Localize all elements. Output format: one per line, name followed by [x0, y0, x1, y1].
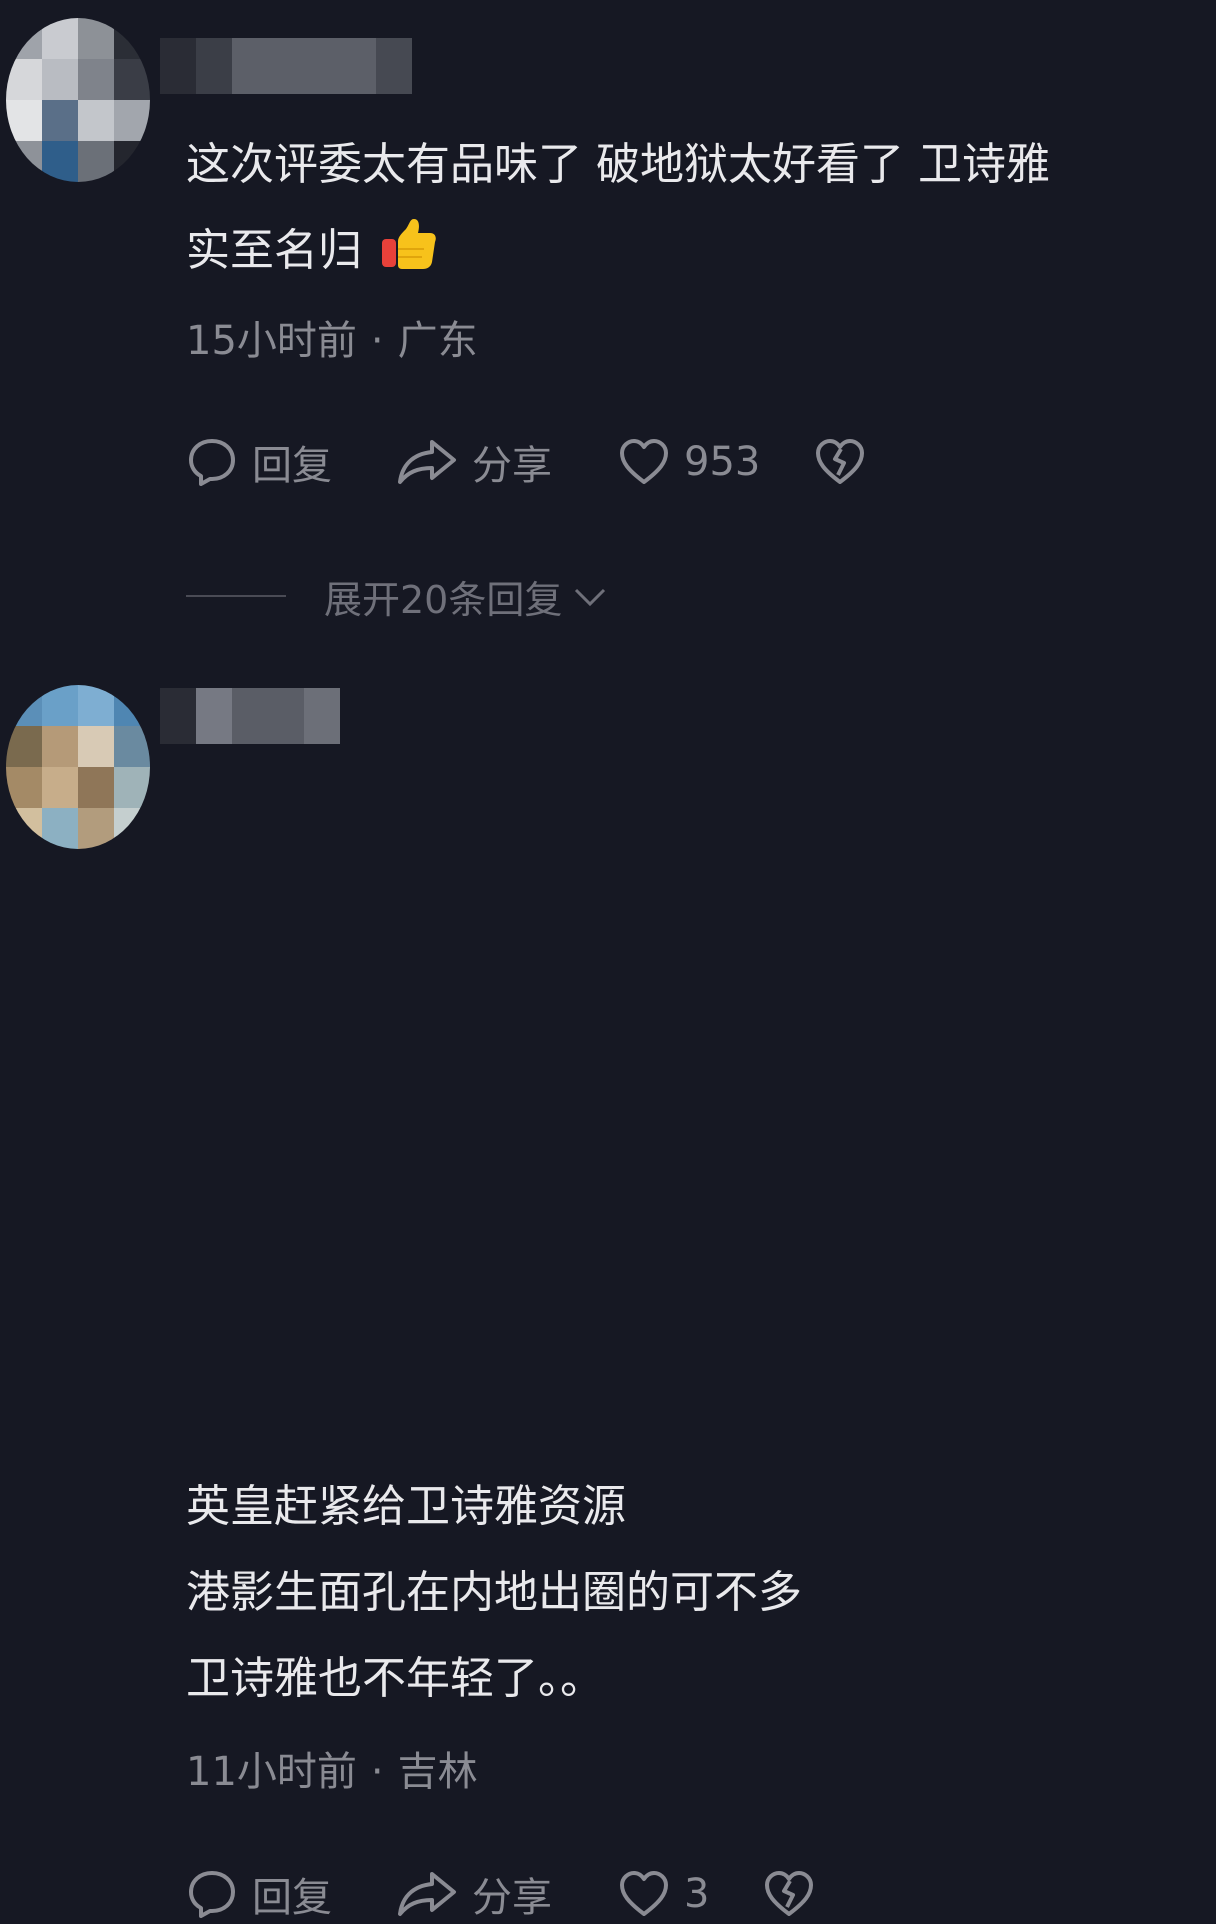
- chat-bubble-icon: [186, 1868, 238, 1920]
- comment-time: 15小时前: [186, 318, 357, 364]
- like-button[interactable]: 3: [618, 1869, 709, 1919]
- comment-time: 11小时前: [186, 1749, 357, 1795]
- comment-meta: 15小时前 · 广东: [186, 316, 478, 366]
- reply-label: 回复: [252, 1875, 332, 1921]
- thumbs-up-emoji-icon: [380, 215, 438, 302]
- heart-icon: [618, 437, 670, 487]
- expand-replies-button[interactable]: 展开20条回复: [186, 568, 608, 624]
- reply-label: 回复: [252, 443, 332, 489]
- share-button[interactable]: 分享: [396, 433, 618, 491]
- chevron-down-icon: [572, 574, 608, 618]
- expand-replies-label: 展开20条回复: [324, 577, 563, 622]
- avatar-mosaic: [6, 685, 150, 849]
- chat-bubble-icon: [186, 436, 238, 488]
- comment-location: 广东: [397, 318, 478, 364]
- comment-text-line: 这次评委太有品味了 破地狱太好看了 卫诗雅: [186, 139, 1050, 190]
- share-arrow-icon: [396, 436, 458, 488]
- comment-text: 这次评委太有品味了 破地狱太好看了 卫诗雅 实至名归: [186, 122, 1206, 302]
- avatar[interactable]: [6, 18, 150, 182]
- dislike-button[interactable]: [763, 1869, 815, 1919]
- share-arrow-icon: [396, 1868, 458, 1920]
- username-redacted[interactable]: [160, 38, 412, 94]
- share-button[interactable]: 分享: [396, 1865, 618, 1923]
- comment-text-line-content: 实至名归: [186, 225, 362, 276]
- comment-location: 吉林: [397, 1749, 478, 1795]
- meta-separator: ·: [370, 318, 384, 364]
- heart-icon: [618, 1869, 670, 1919]
- broken-heart-icon: [814, 437, 866, 487]
- comment-actions: 回复 分享 3: [186, 1864, 815, 1924]
- username-redacted[interactable]: [160, 688, 340, 744]
- comment-text-line: 港影生面孔在内地出圈的可不多: [186, 1567, 802, 1618]
- comment-text-line: 英皇赶紧给卫诗雅资源: [186, 1481, 626, 1532]
- like-count: 3: [684, 1871, 710, 1917]
- like-button[interactable]: 953: [618, 437, 760, 487]
- divider-line: [186, 595, 286, 597]
- comment-meta: 11小时前 · 吉林: [186, 1747, 478, 1797]
- like-count: 953: [684, 439, 761, 485]
- dislike-button[interactable]: [814, 437, 866, 487]
- meta-separator: ·: [370, 1749, 384, 1795]
- avatar[interactable]: [6, 685, 150, 849]
- comment-text-line: 实至名归: [186, 208, 1206, 302]
- reply-button[interactable]: 回复: [186, 1865, 396, 1923]
- broken-heart-icon: [763, 1869, 815, 1919]
- comment-text-line: 卫诗雅也不年轻了。。: [186, 1653, 604, 1704]
- share-label: 分享: [472, 443, 552, 489]
- comment-text: 英皇赶紧给卫诗雅资源 港影生面孔在内地出圈的可不多 卫诗雅也不年轻了。。: [186, 1464, 1206, 1722]
- share-label: 分享: [472, 1875, 552, 1921]
- avatar-mosaic: [6, 18, 150, 182]
- comment-actions: 回复 分享 953: [186, 432, 866, 492]
- reply-button[interactable]: 回复: [186, 433, 396, 491]
